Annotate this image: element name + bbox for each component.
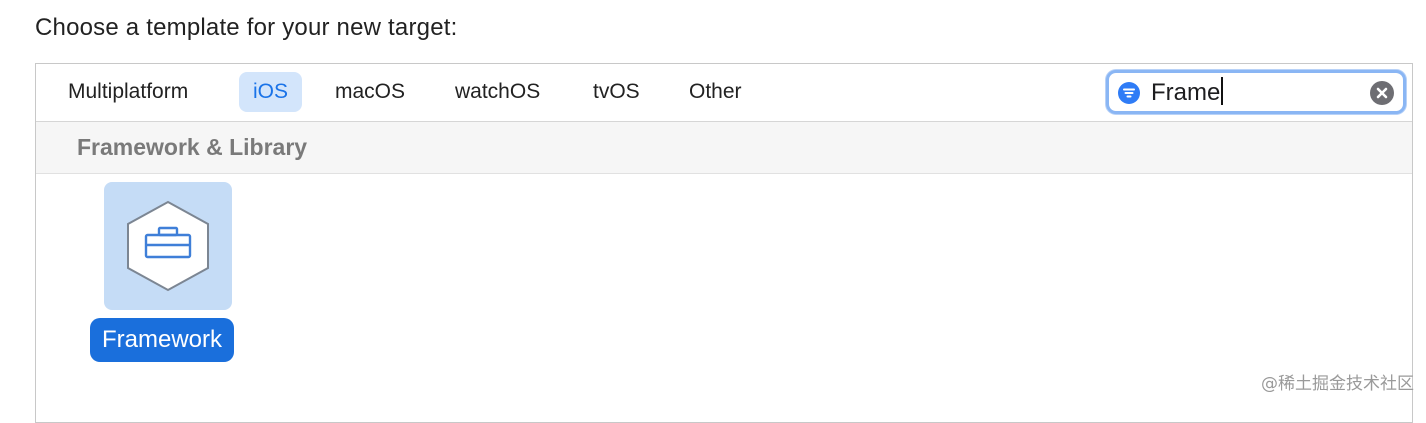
template-tile[interactable] <box>104 182 232 310</box>
platform-tab-bar: Multiplatform iOS macOS watchOS tvOS Oth… <box>36 64 1412 122</box>
filter-icon[interactable] <box>1118 82 1140 104</box>
section-title: Framework & Library <box>77 134 308 160</box>
tab-ios[interactable]: iOS <box>239 72 303 112</box>
clear-icon[interactable] <box>1370 81 1394 105</box>
template-chooser-panel: Multiplatform iOS macOS watchOS tvOS Oth… <box>35 63 1413 423</box>
tab-watchos[interactable]: watchOS <box>441 72 554 112</box>
watermark: @稀土掘金技术社区 <box>1261 374 1414 394</box>
template-label[interactable]: Framework <box>90 318 235 362</box>
search-input[interactable]: Frame <box>1151 77 1224 109</box>
dialog-prompt: Choose a template for your new target: <box>35 14 458 41</box>
section-header: Framework & Library <box>36 122 1412 174</box>
tab-other[interactable]: Other <box>675 72 756 112</box>
text-caret <box>1221 77 1224 105</box>
toolbox-hexagon-icon <box>127 200 209 292</box>
search-field[interactable]: Frame <box>1106 70 1406 114</box>
search-input-value: Frame <box>1151 79 1221 106</box>
tab-multiplatform[interactable]: Multiplatform <box>54 72 202 112</box>
tab-tvos[interactable]: tvOS <box>579 72 654 112</box>
tab-macos[interactable]: macOS <box>321 72 419 112</box>
